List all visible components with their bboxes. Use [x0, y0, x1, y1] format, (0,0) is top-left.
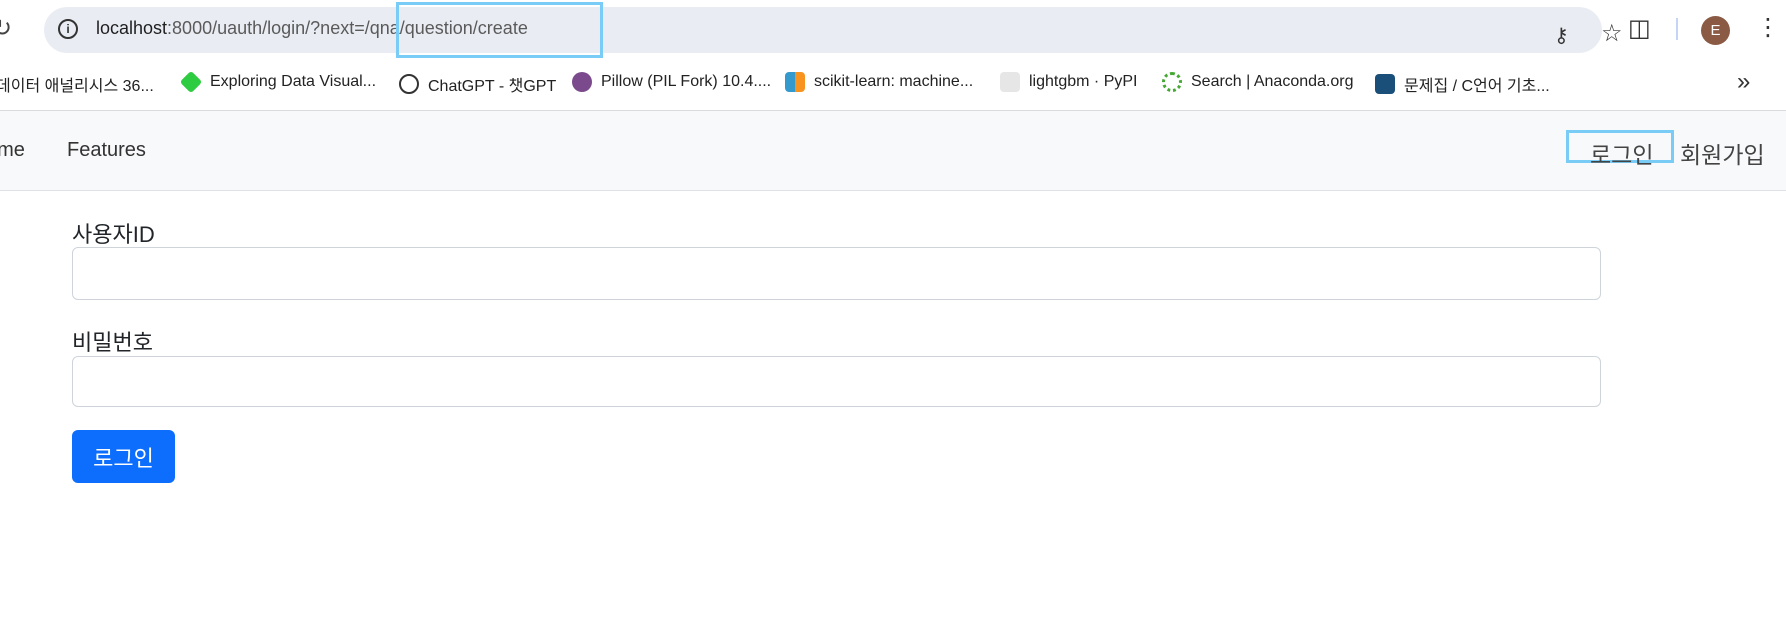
- login-submit-button[interactable]: 로그인: [72, 430, 175, 483]
- bookmark-star-icon[interactable]: ☆: [1601, 19, 1623, 48]
- openai-icon: [399, 74, 419, 94]
- site-info-icon[interactable]: i: [58, 19, 78, 39]
- c-icon: [1375, 74, 1395, 94]
- nav-signup-link[interactable]: 회원가입: [1680, 136, 1765, 170]
- bookmarks-more-icon[interactable]: »: [1737, 68, 1750, 96]
- bookmark-favicon-icon: [179, 70, 203, 94]
- bookmark-item[interactable]: Search | Anaconda.org: [1162, 72, 1354, 92]
- reload-icon[interactable]: ↻: [0, 16, 18, 42]
- bookmark-item[interactable]: 데이터 애널리시스 36...: [0, 72, 154, 96]
- bookmark-item[interactable]: Exploring Data Visual...: [179, 70, 376, 94]
- bookmark-item[interactable]: ChatGPT - 챗GPT: [399, 72, 556, 96]
- nav-login-link[interactable]: 로그인: [1590, 136, 1653, 170]
- toolbar-separator: [1676, 18, 1678, 40]
- scikit-learn-icon: [785, 72, 805, 92]
- bookmark-item[interactable]: 문제집 / C언어 기초...: [1375, 72, 1550, 96]
- address-bar[interactable]: i localhost:8000/uauth/login/?next=/qna/…: [44, 7, 1623, 53]
- nav-features-link[interactable]: Features: [67, 139, 146, 162]
- python-icon: [572, 72, 592, 92]
- anaconda-icon: [1162, 72, 1182, 92]
- bookmarks-bar: 데이터 애널리시스 36... Exploring Data Visual...…: [0, 62, 1786, 104]
- pypi-icon: [1000, 72, 1020, 92]
- profile-avatar[interactable]: E: [1701, 16, 1730, 45]
- site-navbar: ome Features 로그인 회원가입: [0, 111, 1786, 191]
- nav-home-link[interactable]: ome: [0, 139, 25, 162]
- bookmark-item[interactable]: scikit-learn: machine...: [785, 72, 973, 92]
- more-menu-icon[interactable]: ⋮: [1756, 14, 1780, 42]
- bookmark-item[interactable]: Pillow (PIL Fork) 10.4....: [572, 72, 771, 92]
- extensions-icon[interactable]: ◫: [1628, 14, 1651, 43]
- browser-toolbar: ↻ i localhost:8000/uauth/login/?next=/qn…: [0, 0, 1786, 62]
- user-id-input[interactable]: [72, 247, 1601, 300]
- password-key-icon[interactable]: ⚷: [1554, 23, 1582, 47]
- password-label: 비밀번호: [72, 330, 153, 355]
- bookmark-item[interactable]: lightgbm · PyPI: [1000, 72, 1137, 92]
- password-input[interactable]: [72, 356, 1601, 407]
- url-path-highlight: [396, 2, 603, 58]
- user-id-label: 사용자ID: [72, 222, 155, 247]
